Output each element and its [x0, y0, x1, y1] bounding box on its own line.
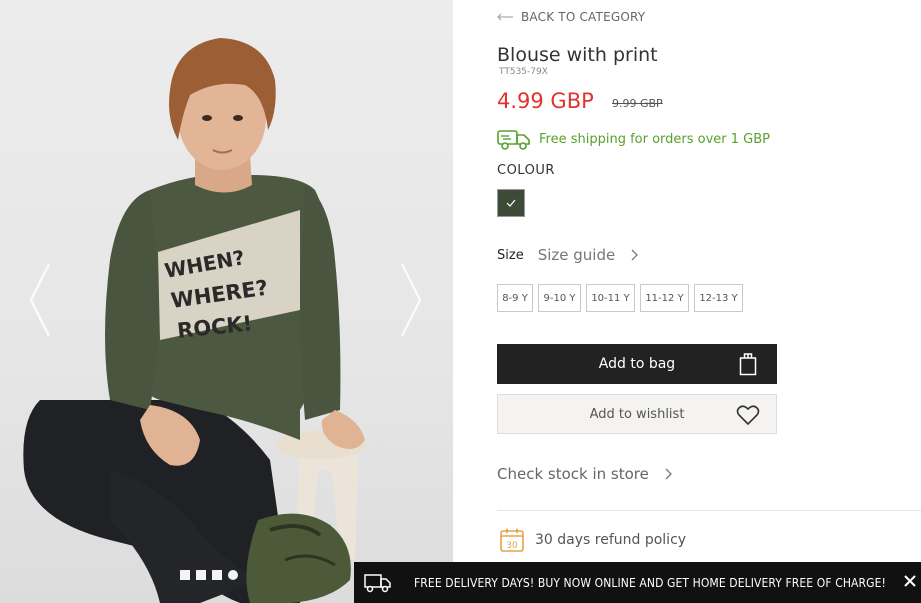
- promo-text: FREE DELIVERY DAYS! BUY NOW ONLINE AND G…: [414, 575, 886, 590]
- back-to-category-label: BACK TO CATEGORY: [521, 10, 646, 24]
- promo-banner: FREE DELIVERY DAYS! BUY NOW ONLINE AND G…: [354, 562, 921, 603]
- gallery-dot[interactable]: [196, 570, 206, 580]
- product-photo: WHEN? WHERE? ROCK!: [23, 38, 366, 603]
- chevron-right-icon: [631, 249, 639, 261]
- gallery-dot-active[interactable]: [228, 570, 238, 580]
- back-to-category-link[interactable]: BACK TO CATEGORY: [497, 10, 645, 24]
- free-shipping-info: Free shipping for orders over 1 GBP: [497, 128, 770, 150]
- section-divider: [497, 510, 921, 511]
- delivery-truck-icon: [497, 130, 530, 150]
- size-option[interactable]: 10-11 Y: [586, 284, 635, 312]
- size-guide-link[interactable]: Size guide: [538, 246, 639, 264]
- check-stock-label: Check stock in store: [497, 465, 649, 483]
- size-options: 8-9 Y 9-10 Y 10-11 Y 11-12 Y 12-13 Y: [497, 284, 743, 312]
- add-to-wishlist-button[interactable]: Add to wishlist: [497, 394, 777, 434]
- colour-label: COLOUR: [497, 163, 555, 178]
- gallery-dot[interactable]: [212, 570, 222, 580]
- current-price: 4.99 GBP: [497, 89, 594, 113]
- size-option[interactable]: 8-9 Y: [497, 284, 533, 312]
- product-title: Blouse with print: [497, 44, 658, 66]
- next-image-arrow-icon[interactable]: [398, 262, 424, 338]
- check-stock-link[interactable]: Check stock in store: [497, 465, 672, 483]
- product-details-panel: BACK TO CATEGORY Blouse with print TT535…: [453, 0, 921, 603]
- gallery-pagination: [180, 570, 238, 580]
- previous-image-arrow-icon[interactable]: [27, 262, 53, 338]
- add-to-wishlist-label: Add to wishlist: [589, 406, 685, 422]
- size-label: Size: [497, 247, 524, 263]
- add-to-bag-label: Add to bag: [598, 356, 676, 372]
- close-icon[interactable]: [901, 572, 919, 590]
- size-option[interactable]: 11-12 Y: [640, 284, 689, 312]
- heart-icon: [736, 405, 760, 426]
- chevron-right-icon: [665, 468, 672, 480]
- refund-policy: 30 30 days refund policy: [499, 527, 686, 553]
- gallery-dot[interactable]: [180, 570, 190, 580]
- size-guide-label: Size guide: [537, 246, 616, 264]
- product-gallery: WHEN? WHERE? ROCK!: [0, 0, 453, 603]
- calendar-icon: 30: [500, 528, 524, 552]
- colour-swatch[interactable]: [497, 189, 525, 217]
- old-price: 9.99 GBP: [612, 97, 663, 110]
- product-sku: TT535-79X: [499, 67, 548, 77]
- arrow-left-icon: [497, 13, 513, 21]
- calendar-icon-number: 30: [506, 541, 518, 551]
- add-to-bag-button[interactable]: Add to bag: [497, 344, 777, 384]
- refund-policy-text: 30 days refund policy: [535, 532, 687, 548]
- free-shipping-text: Free shipping for orders over 1 GBP: [539, 131, 771, 147]
- size-option[interactable]: 9-10 Y: [538, 284, 581, 312]
- delivery-truck-icon: [364, 573, 391, 592]
- shopping-bag-icon: [739, 353, 757, 376]
- size-header: Size Size guide: [497, 246, 639, 264]
- checkmark-icon: [506, 199, 516, 207]
- size-option[interactable]: 12-13 Y: [694, 284, 743, 312]
